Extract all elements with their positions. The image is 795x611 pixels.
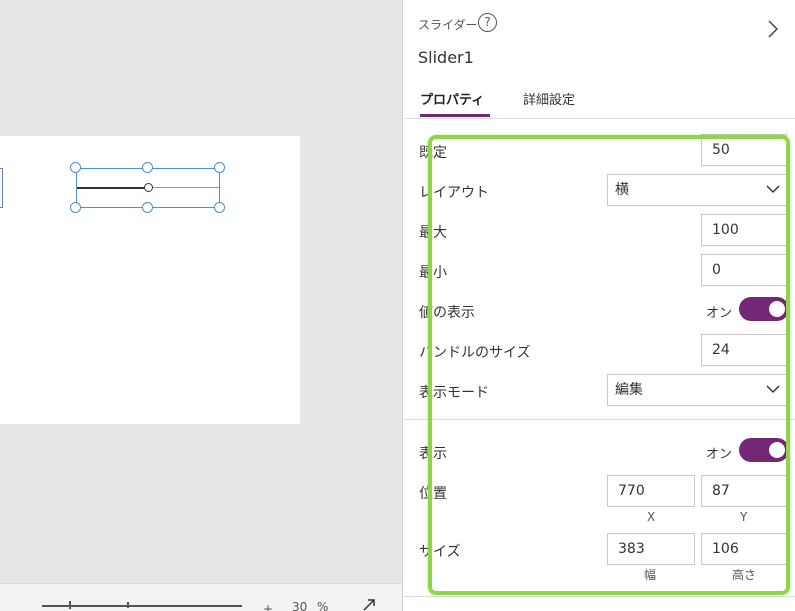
- layout-dropdown[interactable]: 横: [607, 174, 787, 206]
- min-label: 最小: [419, 265, 447, 281]
- resize-handle-top-left[interactable]: [70, 162, 81, 173]
- chevron-down-icon: [766, 185, 780, 194]
- position-label: 位置: [419, 486, 447, 502]
- resize-handle-bottom-left[interactable]: [70, 202, 81, 213]
- resize-handle-top[interactable]: [142, 162, 153, 173]
- size-width-caption: 幅: [644, 568, 657, 582]
- position-y-caption: Y: [740, 510, 748, 524]
- size-height-caption: 高さ: [732, 568, 757, 582]
- show-value-label: 値の表示: [419, 305, 475, 321]
- control-name[interactable]: Slider1: [418, 48, 474, 67]
- canvas-area: + 30 %: [0, 0, 403, 611]
- properties-panel: スライダー ? Slider1 プロパティ 詳細設定 既定 レイアウト 横 最大…: [404, 0, 795, 611]
- zoom-slider-track[interactable]: [42, 605, 242, 607]
- show-value-toggle[interactable]: [739, 297, 789, 321]
- zoom-in-button[interactable]: +: [263, 602, 273, 611]
- visible-label: 表示: [419, 446, 447, 462]
- zoom-level: 30: [292, 600, 308, 611]
- display-mode-dropdown[interactable]: 編集: [607, 374, 787, 406]
- tab-divider: [404, 118, 795, 119]
- control-type-label: スライダー: [418, 18, 478, 32]
- resize-handle-bottom[interactable]: [142, 202, 153, 213]
- position-y-input[interactable]: [701, 475, 787, 507]
- handle-size-input[interactable]: [701, 334, 787, 366]
- visible-toggle[interactable]: [739, 438, 789, 462]
- zoom-slider-midmark: [127, 602, 129, 608]
- max-label: 最大: [419, 225, 447, 241]
- toggle-knob: [769, 442, 785, 458]
- resize-handle-top-right[interactable]: [214, 162, 225, 173]
- position-x-input[interactable]: [607, 475, 695, 507]
- toggle-knob: [769, 301, 785, 317]
- fullscreen-icon[interactable]: [362, 598, 376, 611]
- size-width-input[interactable]: [607, 533, 695, 565]
- resize-handle-bottom-right[interactable]: [214, 202, 225, 213]
- visible-state: オン: [706, 447, 733, 462]
- zoom-slider-thumb[interactable]: [69, 601, 71, 609]
- tab-advanced[interactable]: 詳細設定: [523, 89, 575, 108]
- display-mode-label: 表示モード: [419, 385, 489, 401]
- canvas-status-bar: + 30 %: [0, 583, 402, 611]
- display-mode-dropdown-value: 編集: [615, 382, 643, 398]
- layout-label: レイアウト: [419, 185, 489, 201]
- handle-size-label: ハンドルのサイズ: [419, 345, 531, 361]
- offscreen-control-marker[interactable]: [0, 168, 3, 208]
- max-value-input[interactable]: [701, 214, 787, 246]
- default-value-input[interactable]: [701, 134, 787, 166]
- min-value-input[interactable]: [701, 254, 787, 286]
- zoom-unit: %: [317, 600, 329, 611]
- chevron-right-icon[interactable]: [766, 20, 780, 38]
- section-divider: [404, 596, 795, 597]
- chevron-down-icon: [766, 385, 780, 394]
- section-divider: [404, 419, 795, 420]
- active-tab-indicator: [420, 114, 490, 117]
- help-icon[interactable]: ?: [478, 13, 497, 32]
- show-value-state: オン: [706, 306, 733, 321]
- size-height-input[interactable]: [701, 533, 787, 565]
- position-x-caption: X: [647, 510, 656, 524]
- layout-dropdown-value: 横: [615, 182, 629, 198]
- size-label: サイズ: [419, 544, 461, 560]
- default-label: 既定: [419, 145, 447, 161]
- tab-properties[interactable]: プロパティ: [420, 89, 484, 108]
